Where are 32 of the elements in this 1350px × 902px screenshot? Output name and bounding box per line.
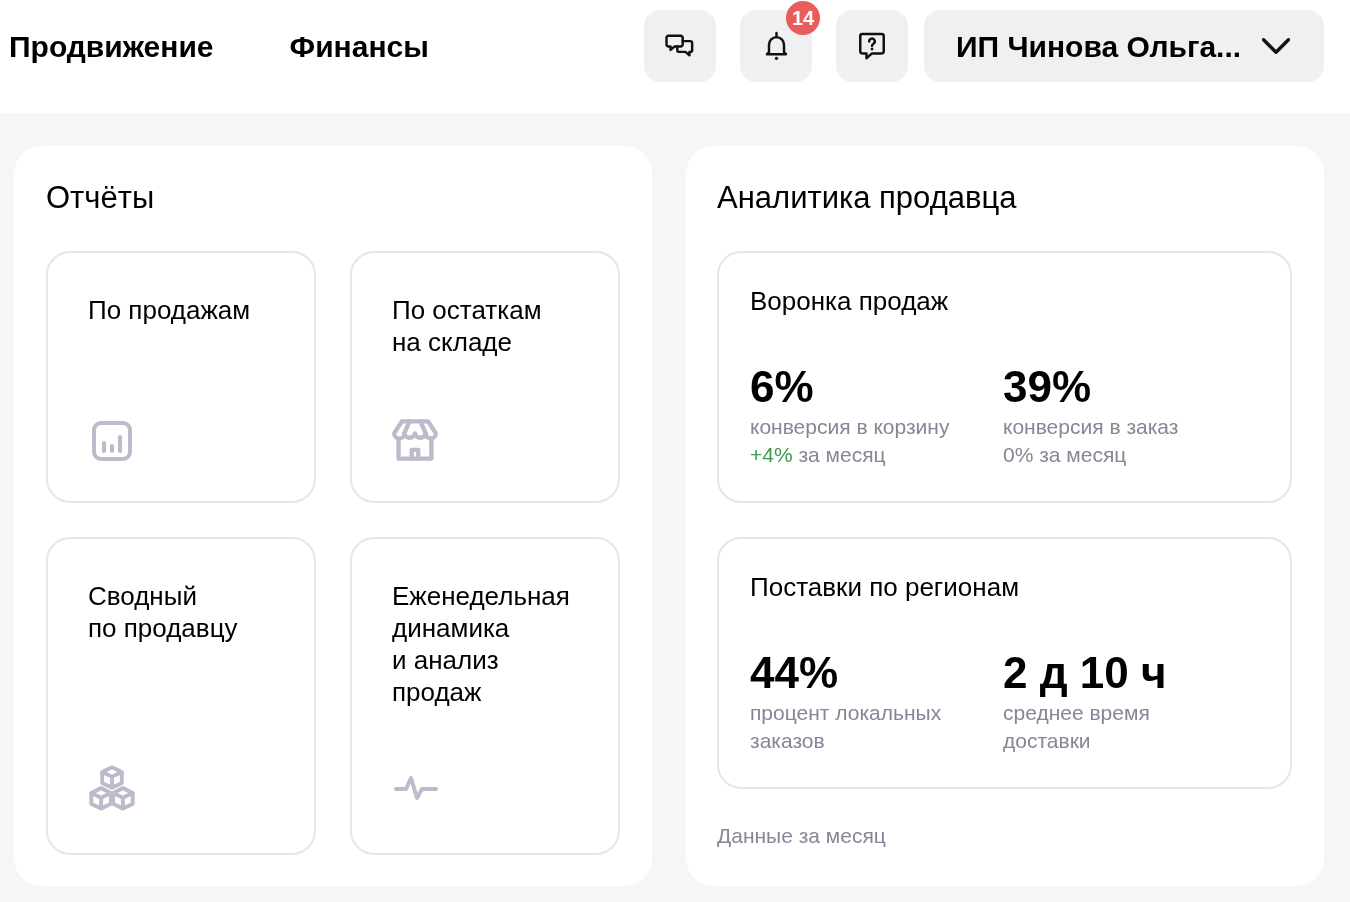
metric-value: 2 д 10 ч — [1003, 647, 1168, 699]
pulse-icon — [394, 775, 438, 801]
bell-icon — [763, 31, 789, 61]
report-card[interactable]: Сводный по продавцу — [46, 537, 316, 855]
nav-link[interactable]: Продвижение — [9, 23, 214, 69]
card-title: Воронка продаж — [750, 285, 950, 317]
help-button[interactable] — [836, 10, 908, 82]
chevron-down-icon — [1262, 38, 1290, 54]
chat-button[interactable] — [644, 10, 716, 82]
account-dropdown[interactable]: ИП Чинова Ольга... — [924, 10, 1324, 82]
metric-value: 39% — [1003, 361, 1093, 413]
metric-label: среднее время доставки — [1003, 700, 1151, 754]
metric-change: +4% за месяц — [750, 442, 887, 468]
metric-value: 6% — [750, 361, 815, 413]
report-card[interactable]: По остаткам на складе — [350, 251, 620, 503]
metric-label: конверсия в заказ — [1003, 414, 1180, 440]
metric-change: 0% за месяц — [1003, 442, 1128, 468]
nav-link[interactable]: Финансы — [289, 23, 429, 69]
panel-title: Аналитика продавца — [717, 180, 1018, 216]
footnote: Данные за месяц — [717, 823, 887, 849]
panel-title: Отчёты — [46, 180, 156, 216]
report-card[interactable]: Еженедельная динамика и анализ продаж — [350, 537, 620, 855]
notification-count: 14 — [786, 1, 820, 35]
bar-chart-icon — [92, 421, 132, 461]
metric-value: 44% — [750, 647, 840, 699]
metric-label: конверсия в корзину — [750, 414, 951, 440]
card-title: Поставки по регионам — [750, 571, 1020, 603]
report-card[interactable]: По продажам — [46, 251, 316, 503]
metric-label: процент локальных заказов — [750, 700, 943, 754]
help-icon — [858, 31, 886, 61]
cubes-icon — [88, 765, 136, 813]
store-icon — [392, 419, 438, 461]
